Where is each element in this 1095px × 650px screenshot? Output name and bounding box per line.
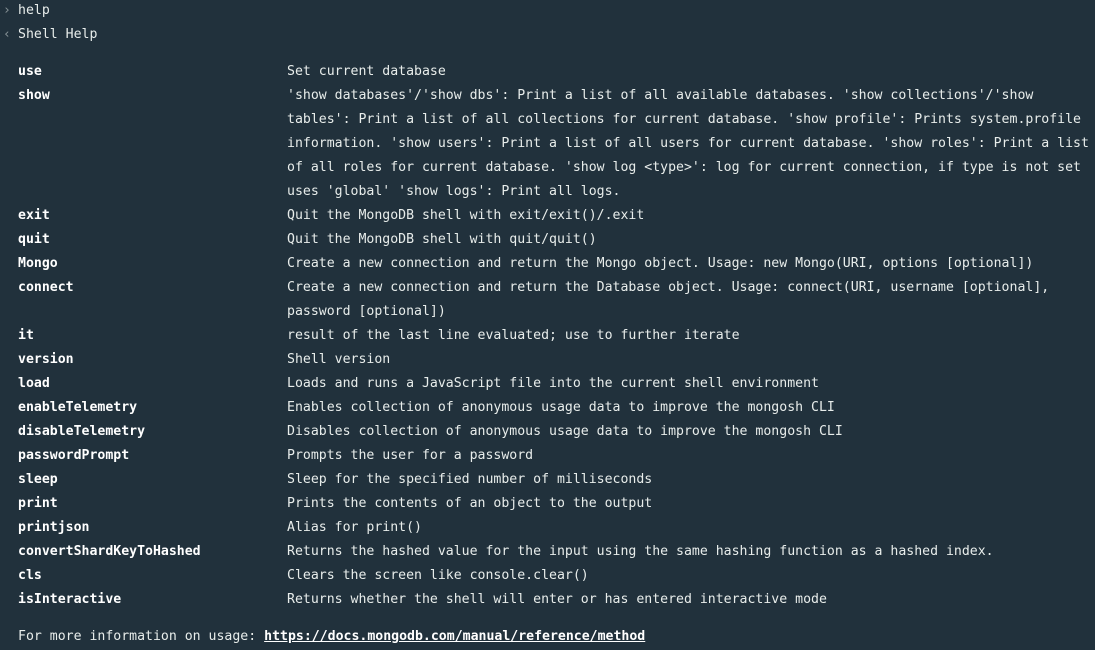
command-description: Sleep for the specified number of millis… bbox=[287, 472, 653, 487]
command-description: Create a new connection and return the M… bbox=[287, 256, 1034, 271]
footer-text: For more information on usage: bbox=[18, 629, 265, 644]
command-name: show bbox=[18, 88, 50, 103]
command-description: Alias for print() bbox=[287, 520, 422, 535]
command-name: it bbox=[18, 328, 34, 343]
command-description: Disables collection of anonymous usage d… bbox=[287, 424, 843, 439]
command-name: use bbox=[18, 64, 42, 79]
command-description: Set current database bbox=[287, 64, 446, 79]
command-name: isInteractive bbox=[18, 592, 122, 607]
command-name: Mongo bbox=[18, 256, 58, 271]
command-name: quit bbox=[18, 232, 50, 247]
chevron-left-icon: ‹ bbox=[3, 27, 11, 42]
command-name: disableTelemetry bbox=[18, 424, 146, 439]
command-name: exit bbox=[18, 208, 50, 223]
command-description: Shell version bbox=[287, 352, 391, 367]
command-description: Clears the screen like console.clear() bbox=[287, 568, 589, 583]
command-description: Enables collection of anonymous usage da… bbox=[287, 400, 835, 415]
command-name: version bbox=[18, 352, 74, 367]
command-description: Loads and runs a JavaScript file into th… bbox=[287, 376, 819, 391]
command-description: Quit the MongoDB shell with quit/quit() bbox=[287, 232, 597, 247]
command-name: load bbox=[18, 376, 50, 391]
command-description: 'show databases'/'show dbs': Print a lis… bbox=[287, 88, 1089, 199]
command-name: printjson bbox=[18, 520, 90, 535]
command-description: Prints the contents of an object to the … bbox=[287, 496, 653, 511]
command-name: sleep bbox=[18, 472, 58, 487]
command-name: convertShardKeyToHashed bbox=[18, 544, 201, 559]
chevron-right-icon: › bbox=[3, 3, 11, 18]
footer-line: For more information on usage: https://d… bbox=[18, 625, 645, 649]
command-name: passwordPrompt bbox=[18, 448, 130, 463]
command-description: Returns the hashed value for the input u… bbox=[287, 544, 994, 559]
command-name: print bbox=[18, 496, 58, 511]
command-name: enableTelemetry bbox=[18, 400, 138, 415]
command-description: result of the last line evaluated; use t… bbox=[287, 328, 740, 343]
command-description: Returns whether the shell will enter or … bbox=[287, 592, 827, 607]
command-name: cls bbox=[18, 568, 42, 583]
command-description: Create a new connection and return the D… bbox=[287, 280, 1050, 319]
output-heading: Shell Help bbox=[18, 27, 98, 42]
command-description: Quit the MongoDB shell with exit/exit()/… bbox=[287, 208, 645, 223]
command-description: Prompts the user for a password bbox=[287, 448, 534, 463]
input-command: help bbox=[18, 3, 50, 18]
command-name: connect bbox=[18, 280, 74, 295]
docs-link[interactable]: https://docs.mongodb.com/manual/referenc… bbox=[264, 629, 645, 644]
